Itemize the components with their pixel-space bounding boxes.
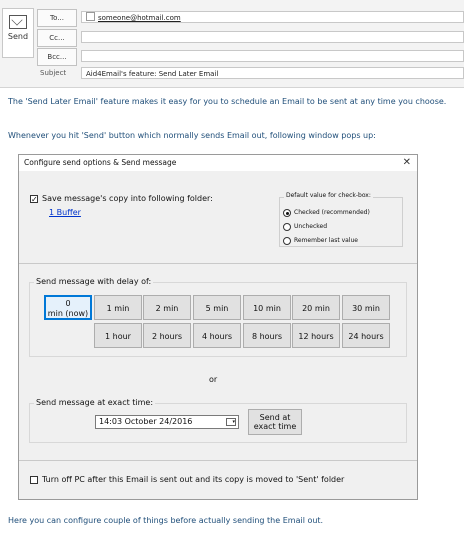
bcc-button-label: Bcc...	[47, 53, 67, 61]
delay-group-title: Send message with delay of:	[34, 277, 154, 286]
delay-5min-button[interactable]: 5 min	[193, 295, 241, 320]
calendar-dropdown-icon[interactable]: ▾	[226, 418, 236, 426]
delay-1min-button[interactable]: 1 min	[94, 295, 142, 320]
delay-20min-button[interactable]: 20 min	[292, 295, 340, 320]
send-button[interactable]: Send	[2, 8, 34, 58]
divider	[19, 263, 417, 264]
cc-button[interactable]: Cc...	[37, 29, 77, 47]
compose-header: Send To... someone@hotmail.com Cc... Bcc…	[0, 0, 464, 88]
delay-30min-button[interactable]: 30 min	[342, 295, 390, 320]
send-options-dialog: Configure send options & Send message ✕ …	[18, 154, 418, 500]
to-button-label: To...	[50, 14, 64, 22]
send-at-exact-time-line1: Send at	[259, 413, 291, 422]
folder-link[interactable]: 1 Buffer	[49, 208, 81, 217]
delay-10min-button[interactable]: 10 min	[243, 295, 291, 320]
to-field[interactable]: someone@hotmail.com	[81, 11, 464, 23]
subject-label: Subject	[40, 69, 67, 77]
intro-text: The 'Send Later Email' feature makes it …	[8, 97, 447, 106]
dialog-title-bar: Configure send options & Send message	[19, 155, 417, 171]
exact-time-group-title: Send message at exact time:	[34, 398, 156, 407]
subject-field[interactable]: Aid4Email's feature: Send Later Email	[81, 67, 464, 79]
cc-button-label: Cc...	[49, 34, 65, 42]
contact-icon	[86, 12, 95, 21]
send-button-label: Send	[7, 32, 29, 41]
delay-24hours-button[interactable]: 24 hours	[342, 323, 390, 348]
popup-note-text: Whenever you hit 'Send' button which nor…	[8, 131, 376, 140]
save-copy-checkbox[interactable]: ✓	[30, 195, 38, 204]
radio-unchecked[interactable]	[283, 223, 291, 231]
close-icon[interactable]: ✕	[403, 157, 411, 169]
default-value-group-title: Default value for check-box:	[284, 192, 373, 199]
radio-remember[interactable]	[283, 237, 291, 245]
delay-0min-button[interactable]: 0 min (now)	[44, 295, 92, 320]
radio-checked-label: Checked (recommended)	[294, 209, 370, 216]
delay-2hours-button[interactable]: 2 hours	[143, 323, 191, 348]
default-value-group: Default value for check-box: Checked (re…	[279, 192, 403, 247]
send-at-exact-time-button[interactable]: Send at exact time	[248, 409, 302, 435]
radio-checked[interactable]	[283, 209, 291, 217]
radio-remember-label: Remember last value	[294, 237, 358, 244]
delay-4hours-button[interactable]: 4 hours	[193, 323, 241, 348]
turn-off-pc-label: Turn off PC after this Email is sent out…	[42, 475, 345, 484]
subject-value: Aid4Email's feature: Send Later Email	[86, 70, 219, 78]
exact-datetime-value: 14:03 October 24/2016	[99, 417, 193, 426]
or-label: or	[209, 375, 218, 384]
bcc-button[interactable]: Bcc...	[37, 48, 77, 66]
dialog-title: Configure send options & Send message	[24, 158, 177, 167]
delay-12hours-button[interactable]: 12 hours	[292, 323, 340, 348]
exact-datetime-picker[interactable]: 14:03 October 24/2016 ▾	[95, 415, 239, 429]
to-recipient[interactable]: someone@hotmail.com	[98, 14, 181, 22]
delay-8hours-button[interactable]: 8 hours	[243, 323, 291, 348]
cc-field[interactable]	[81, 31, 464, 43]
send-at-exact-time-line2: exact time	[253, 422, 297, 431]
turn-off-pc-checkbox[interactable]	[30, 476, 38, 484]
radio-unchecked-label: Unchecked	[294, 223, 328, 230]
outro-text: Here you can configure couple of things …	[8, 516, 324, 525]
delay-1hour-button[interactable]: 1 hour	[94, 323, 142, 348]
bcc-field[interactable]	[81, 50, 464, 62]
divider	[19, 460, 417, 461]
save-copy-label: Save message's copy into following folde…	[42, 194, 213, 203]
to-button[interactable]: To...	[37, 9, 77, 27]
envelope-send-icon	[9, 15, 27, 29]
delay-2min-button[interactable]: 2 min	[143, 295, 191, 320]
